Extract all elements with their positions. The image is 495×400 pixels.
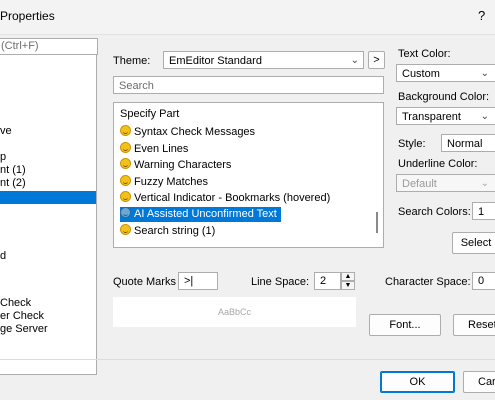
line-space-down-button[interactable]: ▼	[341, 281, 355, 290]
line-space-label: Line Space:	[251, 276, 310, 288]
font-preview: AaBbCc	[113, 297, 356, 327]
theme-select[interactable]: EmEditor Standard ⌄	[163, 51, 364, 69]
chevron-down-icon: ⌄	[350, 55, 359, 66]
list-item-label: Warning Characters	[134, 159, 232, 171]
list-item[interactable]: Check	[0, 297, 31, 310]
title-separator	[0, 34, 495, 35]
smiley-icon	[120, 191, 131, 202]
line-space-up-button[interactable]: ▲	[341, 272, 355, 281]
part-search-input[interactable]: Search	[113, 76, 384, 94]
ok-button[interactable]: OK	[380, 371, 455, 393]
list-item-label: Vertical Indicator - Bookmarks (hovered)	[134, 192, 331, 204]
cancel-button[interactable]: Car	[463, 371, 495, 393]
list-item-label: Fuzzy Matches	[134, 176, 208, 188]
search-colors-select[interactable]: 1	[472, 202, 495, 220]
help-button[interactable]: ?	[478, 8, 485, 23]
list-item-label: Search string (1)	[134, 225, 216, 237]
underline-color-select[interactable]: Default ⌄	[396, 174, 495, 192]
smiley-icon	[120, 175, 131, 186]
chevron-down-icon: ⌄	[480, 68, 489, 79]
style-label: Style:	[398, 138, 426, 150]
list-item[interactable]: Even Lines	[120, 142, 188, 157]
title-bar	[0, 0, 495, 34]
category-search-input[interactable]: (Ctrl+F)	[0, 38, 98, 55]
list-scrollbar-thumb[interactable]	[376, 212, 378, 233]
underline-color-label: Underline Color:	[398, 158, 478, 170]
selected-list-item[interactable]	[0, 191, 96, 204]
search-colors-label: Search Colors:	[398, 206, 471, 218]
list-item[interactable]: nt (2)	[0, 177, 26, 190]
font-button[interactable]: Font...	[369, 314, 441, 336]
list-item-label: Syntax Check Messages	[134, 126, 256, 138]
quote-marks-label: Quote Marks	[113, 276, 176, 288]
character-space-input[interactable]: 0	[472, 272, 495, 290]
text-color-label: Text Color:	[398, 48, 451, 60]
line-space-input[interactable]: 2	[314, 272, 341, 290]
list-item[interactable]: er Check	[0, 310, 44, 323]
list-item-label: Even Lines	[134, 143, 189, 155]
text-color-value: Custom	[402, 68, 440, 80]
character-space-label: Character Space:	[385, 276, 471, 288]
chevron-down-icon: ⌄	[480, 111, 489, 122]
reset-button[interactable]: Reset	[453, 314, 495, 336]
specify-part-label: Specify Part	[120, 108, 180, 120]
list-item[interactable]: p	[0, 151, 6, 164]
underline-color-value: Default	[402, 178, 437, 190]
selected-list-item[interactable]: AI Assisted Unconfirmed Text	[120, 207, 281, 222]
smiley-icon	[120, 142, 131, 153]
list-item[interactable]: Fuzzy Matches	[120, 175, 208, 190]
footer-separator	[0, 359, 495, 360]
quote-marks-input[interactable]: >|	[178, 272, 218, 290]
list-item[interactable]: d	[0, 250, 6, 263]
theme-label: Theme:	[113, 55, 151, 67]
window-title: Properties	[0, 9, 55, 23]
theme-value: EmEditor Standard	[169, 55, 262, 67]
style-select[interactable]: Normal	[441, 134, 495, 152]
list-item[interactable]: ve	[0, 125, 12, 138]
list-item[interactable]: Warning Characters	[120, 158, 231, 173]
select-button[interactable]: Select	[452, 232, 495, 254]
smiley-icon	[120, 158, 131, 169]
smiley-icon	[120, 224, 131, 235]
list-item[interactable]: Vertical Indicator - Bookmarks (hovered)	[120, 191, 330, 206]
smiley-icon	[120, 207, 131, 218]
background-color-value: Transparent	[402, 111, 461, 123]
list-item[interactable]: ge Server	[0, 323, 48, 336]
smiley-icon	[120, 125, 131, 136]
background-color-select[interactable]: Transparent ⌄	[396, 107, 495, 125]
chevron-down-icon: ⌄	[480, 178, 489, 189]
list-item-label: AI Assisted Unconfirmed Text	[134, 208, 277, 220]
list-item[interactable]: Syntax Check Messages	[120, 125, 255, 140]
background-color-label: Background Color:	[398, 91, 490, 103]
category-list[interactable]: ve p nt (1) nt (2) d Check er Check ge S…	[0, 38, 97, 375]
text-color-select[interactable]: Custom ⌄	[396, 64, 495, 82]
theme-next-button[interactable]: >	[368, 51, 385, 69]
list-item[interactable]: nt (1)	[0, 164, 26, 177]
list-item[interactable]: Search string (1)	[120, 224, 215, 239]
specify-part-list[interactable]: Specify Part Syntax Check Messages Even …	[113, 102, 384, 248]
